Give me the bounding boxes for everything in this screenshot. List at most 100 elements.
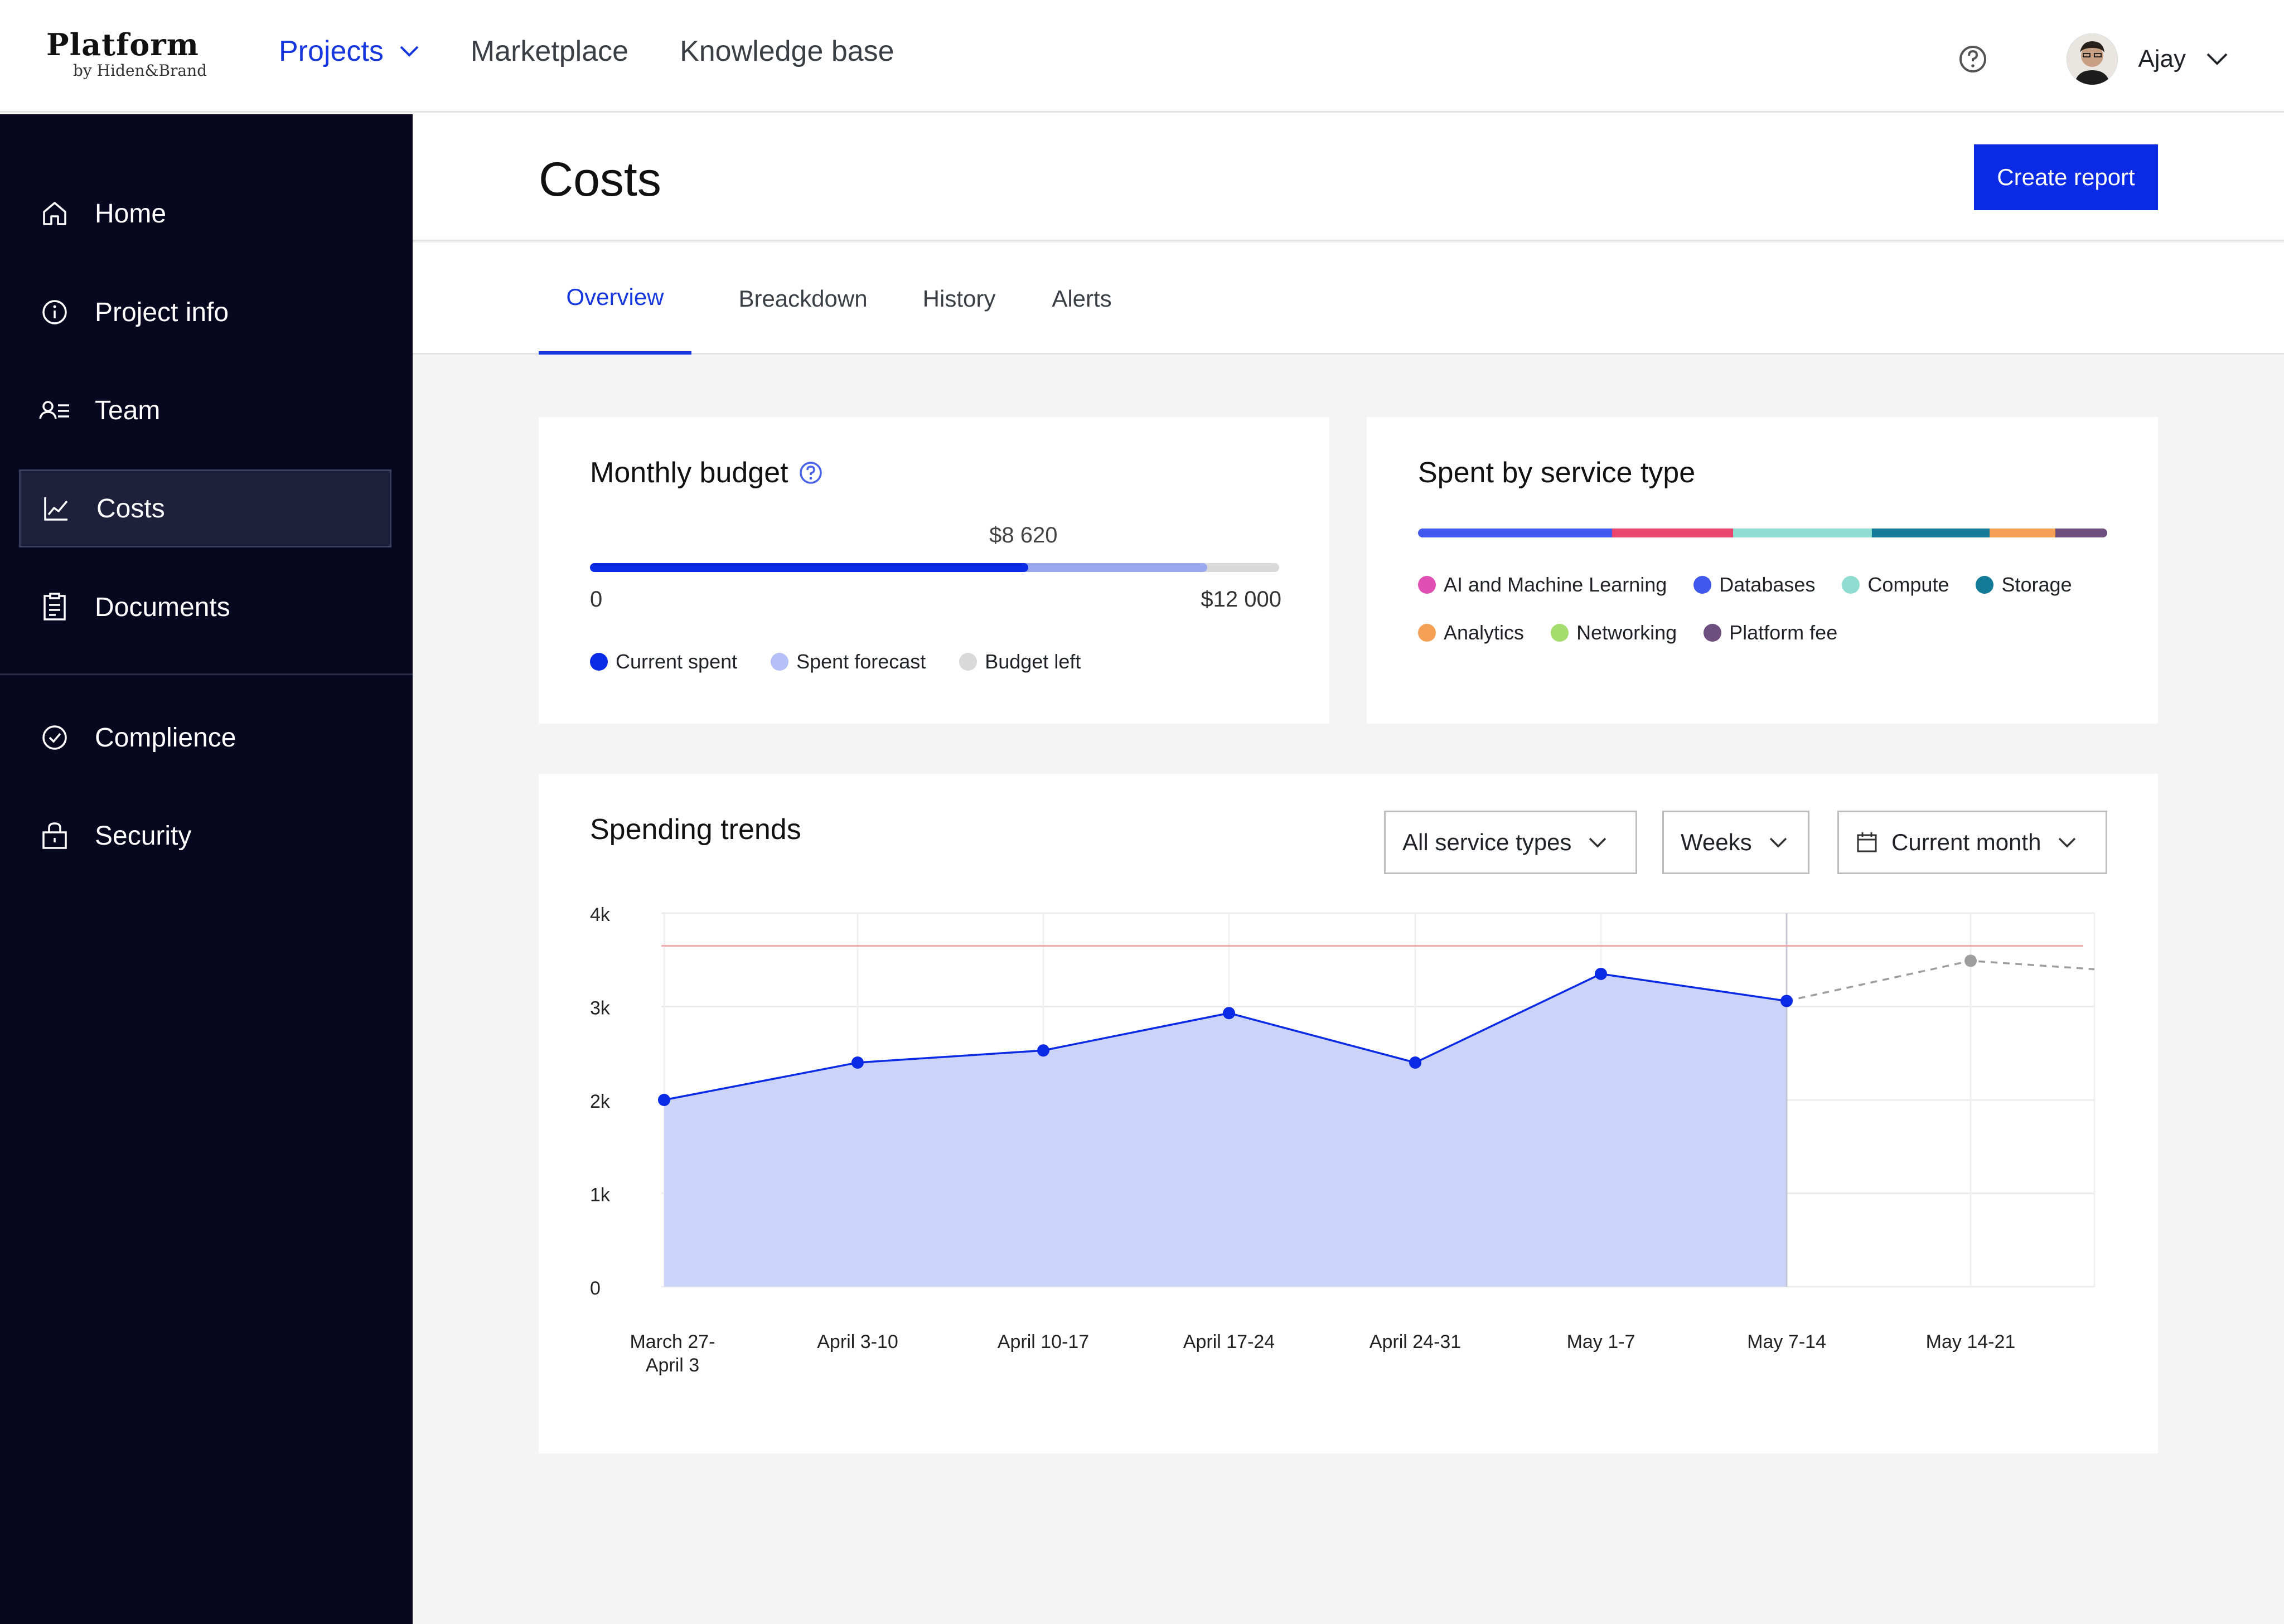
service-legend-row: AI and Machine Learning Databases Compute S… bbox=[1418, 573, 2099, 597]
x-tick-label: March 27- bbox=[630, 1331, 715, 1352]
actual-point bbox=[1409, 1056, 1421, 1069]
nav-projects[interactable]: Projects bbox=[279, 35, 419, 68]
brand-sub: by Hiden&Brand bbox=[73, 61, 207, 80]
actual-point bbox=[1223, 1007, 1235, 1020]
service-type-card: Spent by service type AI and Machine Lea… bbox=[1367, 417, 2158, 724]
tab-history[interactable]: History bbox=[892, 243, 1026, 355]
y-tick-label: 1k bbox=[590, 1185, 611, 1206]
legend-dot bbox=[1976, 576, 1994, 594]
sidebar-item-label: Costs bbox=[96, 493, 165, 523]
sidebar-item-costs[interactable]: Costs bbox=[19, 469, 391, 547]
legend-item-databases: Databases bbox=[1693, 573, 1815, 597]
y-tick-label: 0 bbox=[590, 1278, 601, 1299]
y-tick-label: 4k bbox=[590, 904, 611, 925]
legend-dot bbox=[1704, 624, 1722, 642]
actual-point bbox=[1037, 1044, 1049, 1057]
legend-label: Compute bbox=[1867, 573, 1949, 596]
sidebar-item-complience[interactable]: Complience bbox=[19, 699, 391, 777]
service-type-title: Spent by service type bbox=[1418, 457, 1696, 489]
brand-logo[interactable]: Platform by Hiden&Brand bbox=[46, 28, 207, 80]
y-tick-label: 2k bbox=[590, 1091, 611, 1112]
legend-item-current-spent: Current spent bbox=[590, 650, 737, 673]
service-share-bar bbox=[1418, 529, 2107, 537]
legend-dot bbox=[959, 653, 978, 671]
legend-label: Budget left bbox=[985, 650, 1081, 673]
tab-bar: Overview Breackdown History Alerts bbox=[413, 243, 2284, 355]
legend-dot bbox=[1418, 576, 1436, 594]
budget-current-amount: $8 620 bbox=[989, 523, 1058, 547]
actual-point bbox=[658, 1094, 670, 1106]
legend-item-compute: Compute bbox=[1842, 573, 1949, 597]
x-tick-label: April 3 bbox=[646, 1355, 699, 1376]
sidebar-item-documents[interactable]: Documents bbox=[19, 568, 391, 646]
sidebar-divider bbox=[0, 673, 413, 675]
actual-point bbox=[1780, 995, 1793, 1007]
create-report-button[interactable]: Create report bbox=[1974, 144, 2158, 210]
tab-overview[interactable]: Overview bbox=[539, 243, 691, 355]
service-legend-row: Analytics Networking Platform fee bbox=[1418, 621, 1864, 644]
x-tick-label: April 10-17 bbox=[998, 1331, 1089, 1352]
nav-knowledge-base[interactable]: Knowledge base bbox=[680, 35, 894, 68]
legend-item-networking: Networking bbox=[1551, 621, 1677, 644]
top-bar: Platform by Hiden&Brand Projects Marketp… bbox=[0, 0, 2284, 113]
service-bar-segment bbox=[1733, 529, 1872, 537]
legend-dot bbox=[1842, 576, 1860, 594]
legend-label: Analytics bbox=[1444, 621, 1525, 644]
service-bar-segment bbox=[2055, 529, 2107, 537]
page-title: Costs bbox=[539, 153, 661, 206]
spending-trends-chart: 0 1k 2k 3k 4k March 27- April 3 April 3-10 April… bbox=[590, 904, 2096, 1376]
legend-dot bbox=[1693, 576, 1712, 594]
sidebar-item-label: Project info bbox=[95, 297, 229, 327]
legend-dot bbox=[771, 653, 789, 671]
forecast-series-line bbox=[1786, 959, 2095, 1002]
tab-alerts[interactable]: Alerts bbox=[1020, 243, 1143, 355]
legend-dot bbox=[1551, 624, 1569, 642]
brand-name: Platform bbox=[46, 27, 199, 62]
team-icon bbox=[39, 395, 70, 426]
budget-max-label: $12 000 bbox=[1201, 587, 1281, 612]
sidebar: Home Project info Team Costs Documents C… bbox=[0, 114, 413, 1624]
clipboard-icon bbox=[39, 592, 70, 623]
budget-progress-bar bbox=[590, 563, 1279, 572]
legend-label: Databases bbox=[1719, 573, 1816, 596]
y-tick-label: 3k bbox=[590, 998, 611, 1019]
chart-line-icon bbox=[41, 493, 72, 524]
service-bar-segment bbox=[1989, 529, 2055, 537]
budget-min-label: 0 bbox=[590, 587, 603, 612]
legend-label: Spent forecast bbox=[796, 650, 926, 673]
legend-label: AI and Machine Learning bbox=[1444, 573, 1667, 596]
service-bar-segment bbox=[1612, 529, 1734, 537]
tab-breakdown[interactable]: Breackdown bbox=[714, 243, 892, 355]
user-name[interactable]: Ajay bbox=[2138, 45, 2186, 73]
legend-item-storage: Storage bbox=[1976, 573, 2072, 597]
actual-point bbox=[851, 1056, 864, 1069]
avatar[interactable] bbox=[2067, 33, 2118, 85]
actual-point bbox=[1595, 967, 1607, 980]
sidebar-item-project-info[interactable]: Project info bbox=[19, 273, 391, 351]
nav-marketplace[interactable]: Marketplace bbox=[471, 35, 628, 68]
legend-item-ai-and-machine-learning: AI and Machine Learning bbox=[1418, 573, 1667, 597]
x-tick-label: April 24-31 bbox=[1370, 1331, 1461, 1352]
legend-item-budget-left: Budget left bbox=[959, 650, 1081, 673]
actual-area bbox=[664, 973, 1787, 1287]
forecast-point bbox=[1964, 954, 1977, 967]
legend-dot bbox=[590, 653, 608, 671]
budget-help-icon[interactable] bbox=[799, 460, 823, 485]
sidebar-item-security[interactable]: Security bbox=[19, 797, 391, 875]
main-content: Costs Create report Overview Breackdown … bbox=[413, 114, 2284, 1624]
legend-label: Platform fee bbox=[1729, 621, 1838, 644]
legend-item-spent-forecast: Spent forecast bbox=[771, 650, 926, 673]
sidebar-item-team[interactable]: Team bbox=[19, 371, 391, 449]
sidebar-item-home[interactable]: Home bbox=[19, 174, 391, 253]
chevron-down-icon bbox=[400, 46, 419, 57]
x-tick-label: May 7-14 bbox=[1747, 1331, 1826, 1352]
top-nav: Projects Marketplace Knowledge base bbox=[279, 35, 946, 68]
spending-trends-card: Spending trends All service types Weeks … bbox=[539, 774, 2158, 1453]
user-chevron-down-icon[interactable] bbox=[2206, 52, 2228, 66]
monthly-budget-title: Monthly budget bbox=[590, 456, 823, 489]
sidebar-item-label: Complience bbox=[95, 723, 236, 753]
sidebar-item-label: Home bbox=[95, 198, 167, 229]
help-icon[interactable] bbox=[1957, 43, 1988, 75]
legend-item-platform-fee: Platform fee bbox=[1704, 621, 1837, 644]
legend-label: Current spent bbox=[616, 650, 738, 673]
